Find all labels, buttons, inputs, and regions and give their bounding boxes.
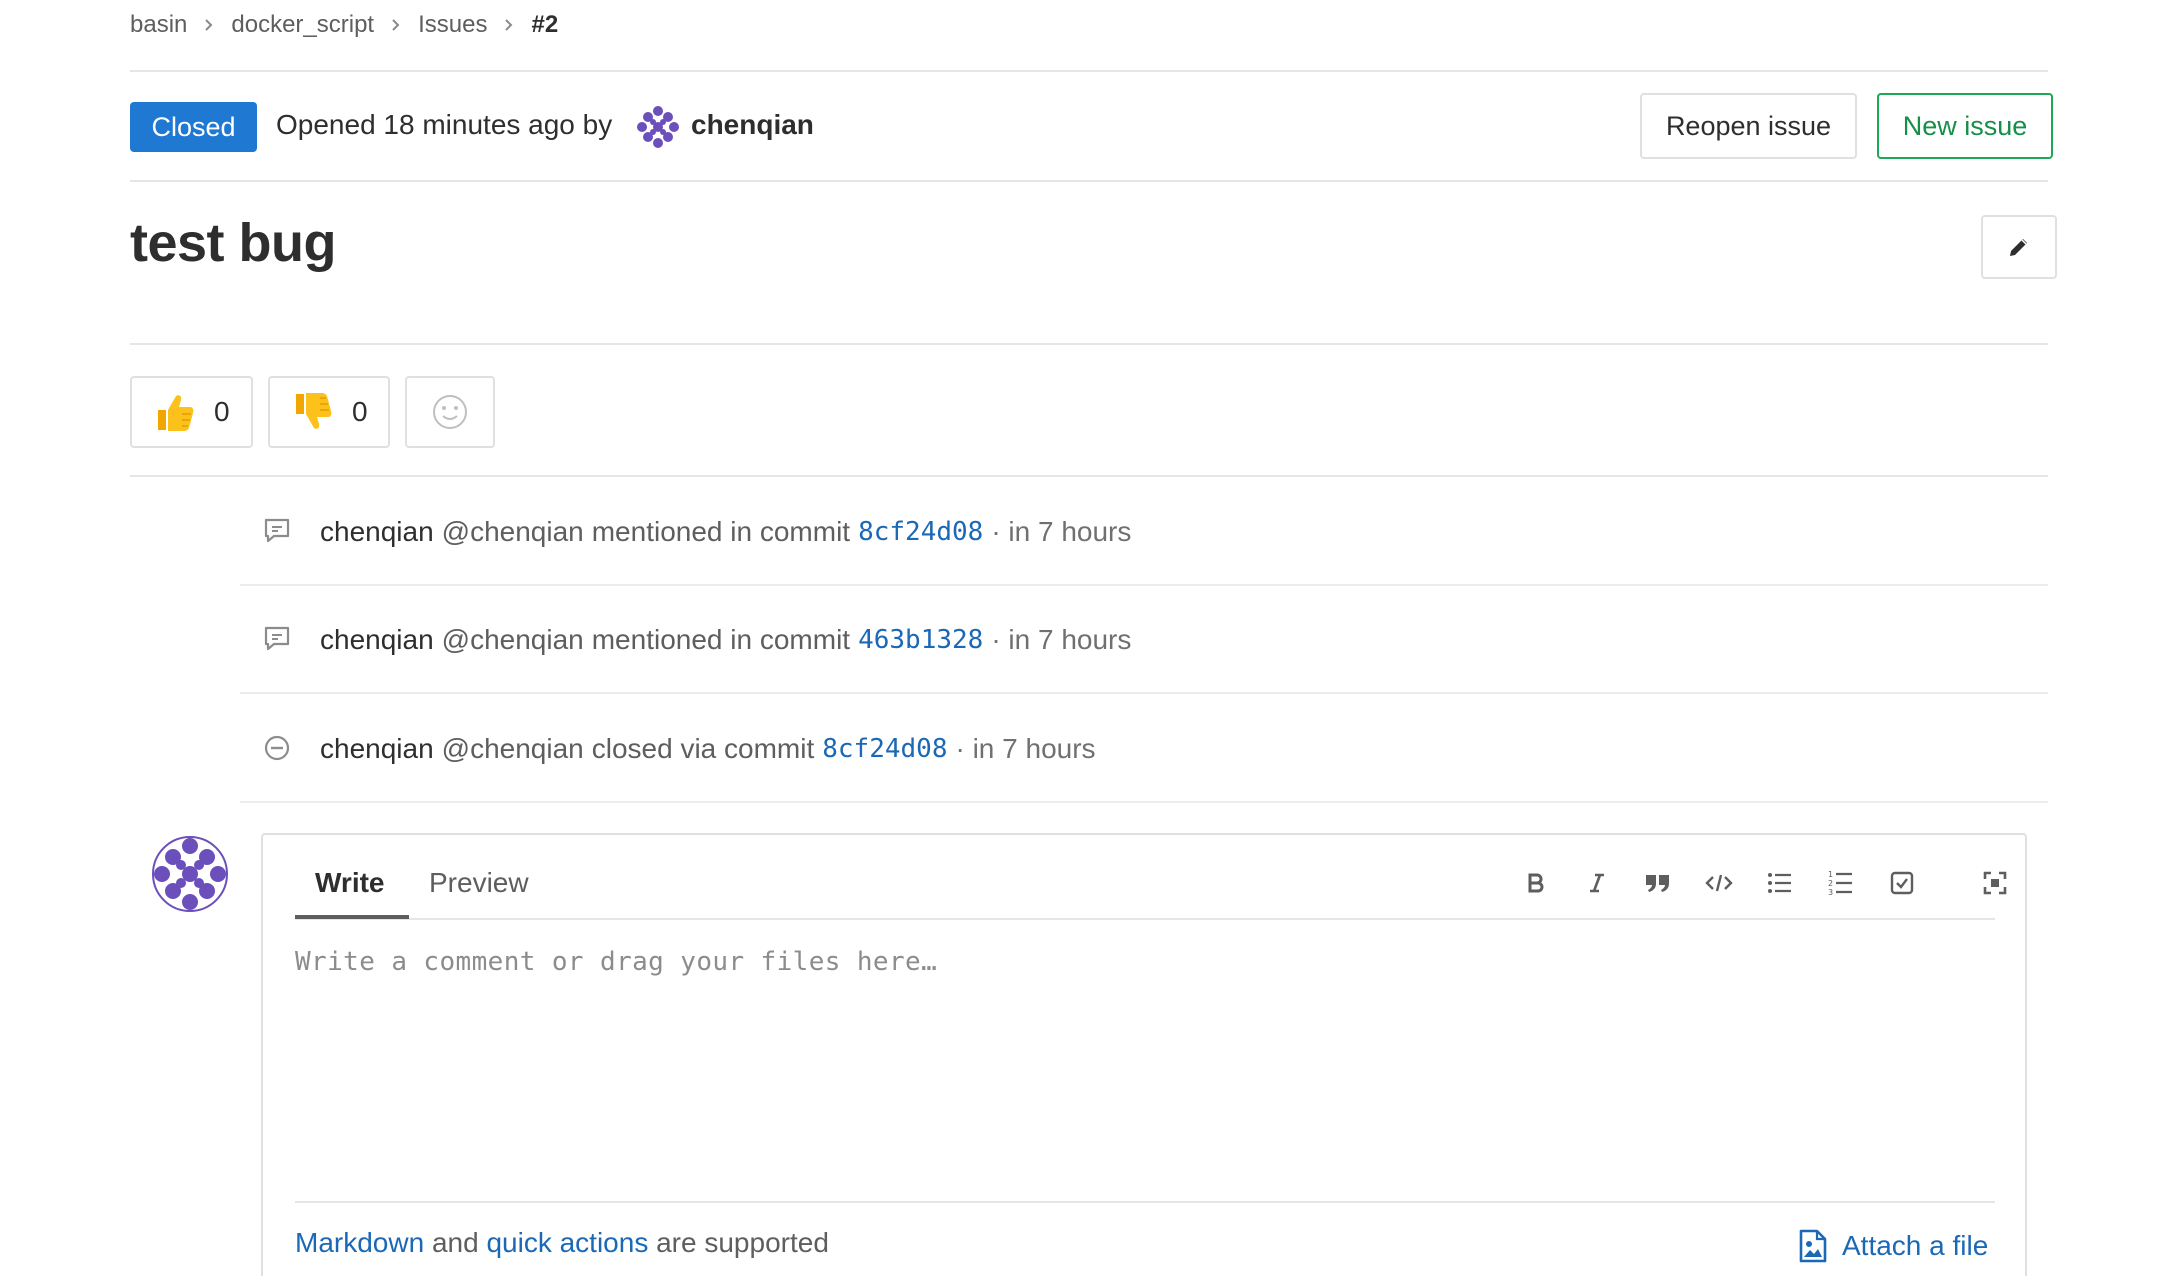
- tab-write[interactable]: Write: [315, 863, 385, 903]
- thumbs-down-award-button[interactable]: 0: [268, 376, 390, 448]
- divider: [130, 475, 2048, 477]
- numbered-list-icon: 1 2 3: [1828, 870, 1852, 897]
- fullscreen-icon: [1983, 871, 2007, 895]
- numbered-list-button[interactable]: 1 2 3: [1821, 863, 1861, 903]
- svg-text:2: 2: [1828, 879, 1833, 888]
- note-handle[interactable]: @chenqian: [442, 624, 584, 656]
- comment-editor: Write Preview 1 2 3 Write a comment or d…: [261, 833, 2027, 1276]
- svg-text:1: 1: [1828, 870, 1833, 879]
- thumbs-up-count: 0: [214, 396, 230, 427]
- note-handle[interactable]: @chenqian: [442, 733, 584, 765]
- thumbs-up-icon: [158, 395, 194, 431]
- quote-button[interactable]: [1638, 863, 1678, 903]
- system-note: chenqian @chenqian mentioned in commit 8…: [320, 512, 1131, 552]
- note-timestamp: · in 7 hours: [991, 624, 1132, 655]
- breadcrumb-item-project[interactable]: docker_script: [231, 11, 374, 39]
- chevron-right-icon: [390, 18, 402, 32]
- chevron-right-icon: [503, 18, 515, 32]
- comment-icon: [264, 626, 290, 651]
- divider: [240, 584, 2048, 586]
- divider: [295, 1201, 1995, 1203]
- divider: [240, 801, 2048, 803]
- italic-button[interactable]: [1577, 863, 1617, 903]
- new-issue-button[interactable]: New issue: [1877, 93, 2053, 159]
- attach-file-button[interactable]: Attach a file: [1798, 1224, 1988, 1268]
- add-reaction-button[interactable]: [405, 376, 495, 448]
- note-action: mentioned in commit: [591, 624, 851, 655]
- thumbs-up-award-button[interactable]: 0: [130, 376, 253, 448]
- active-tab-indicator: [295, 915, 409, 919]
- note-handle[interactable]: @chenqian: [442, 516, 584, 548]
- markdown-link[interactable]: Markdown: [295, 1227, 424, 1258]
- code-button[interactable]: [1699, 863, 1739, 903]
- edit-title-button[interactable]: [1981, 215, 2057, 279]
- svg-text:3: 3: [1828, 888, 1833, 897]
- comment-icon: [264, 518, 290, 543]
- bullet-list-icon: [1768, 873, 1791, 893]
- note-timestamp: · in 7 hours: [955, 733, 1096, 764]
- breadcrumb: basin docker_script Issues #2: [130, 8, 558, 42]
- pencil-icon: [2010, 239, 2027, 256]
- divider: [130, 70, 2048, 72]
- chevron-right-icon: [203, 18, 215, 32]
- note-author[interactable]: chenqian: [320, 624, 434, 656]
- thumbs-down-icon: [296, 393, 332, 429]
- tabs-border: [295, 918, 1995, 920]
- closed-icon: [264, 735, 290, 761]
- breadcrumb-current[interactable]: #2: [531, 11, 558, 39]
- smiley-icon: [433, 395, 467, 429]
- quick-actions-link[interactable]: quick actions: [486, 1227, 648, 1258]
- status-badge: Closed: [130, 102, 257, 152]
- task-list-icon: [1890, 871, 1914, 895]
- note-action: mentioned in commit: [591, 516, 851, 547]
- note-action: closed via commit: [591, 733, 815, 764]
- bullet-list-button[interactable]: [1760, 863, 1800, 903]
- tab-preview[interactable]: Preview: [429, 863, 529, 903]
- commit-link[interactable]: 8cf24d08: [822, 734, 947, 764]
- author-link[interactable]: chenqian: [691, 105, 814, 145]
- comment-textarea[interactable]: Write a comment or drag your files here…: [295, 947, 937, 977]
- current-user-avatar[interactable]: [152, 836, 228, 912]
- fullscreen-button[interactable]: [1975, 863, 2015, 903]
- breadcrumb-item-issues[interactable]: Issues: [418, 11, 487, 39]
- divider: [130, 343, 2048, 345]
- opened-text: Opened 18 minutes ago by: [276, 109, 613, 140]
- code-icon: [1705, 874, 1733, 892]
- system-note: chenqian @chenqian mentioned in commit 4…: [320, 620, 1131, 660]
- page-title: test bug: [130, 213, 337, 273]
- note-timestamp: · in 7 hours: [991, 516, 1132, 547]
- attach-file-label: Attach a file: [1842, 1230, 1989, 1261]
- note-author[interactable]: chenqian: [320, 516, 434, 548]
- markdown-help: Markdown and quick actions are supported: [295, 1227, 829, 1259]
- breadcrumb-item-group[interactable]: basin: [130, 11, 187, 39]
- divider: [130, 180, 2048, 182]
- quote-icon: [1646, 875, 1669, 892]
- image-file-icon: [1799, 1229, 1827, 1263]
- reopen-issue-button[interactable]: Reopen issue: [1640, 93, 1857, 159]
- bold-button[interactable]: [1516, 863, 1556, 903]
- note-author[interactable]: chenqian: [320, 733, 434, 765]
- task-list-button[interactable]: [1882, 863, 1922, 903]
- help-text-supported: are supported: [656, 1227, 829, 1258]
- italic-icon: [1590, 873, 1604, 893]
- commit-link[interactable]: 8cf24d08: [858, 517, 983, 547]
- bold-icon: [1528, 873, 1544, 893]
- system-note: chenqian @chenqian closed via commit 8cf…: [320, 729, 1096, 769]
- divider: [240, 692, 2048, 694]
- issue-page: basin docker_script Issues #2 Closed Ope…: [0, 0, 2182, 1276]
- thumbs-down-count: 0: [352, 396, 368, 427]
- help-text-and: and: [431, 1227, 479, 1258]
- commit-link[interactable]: 463b1328: [858, 625, 983, 655]
- author-avatar[interactable]: [636, 105, 680, 149]
